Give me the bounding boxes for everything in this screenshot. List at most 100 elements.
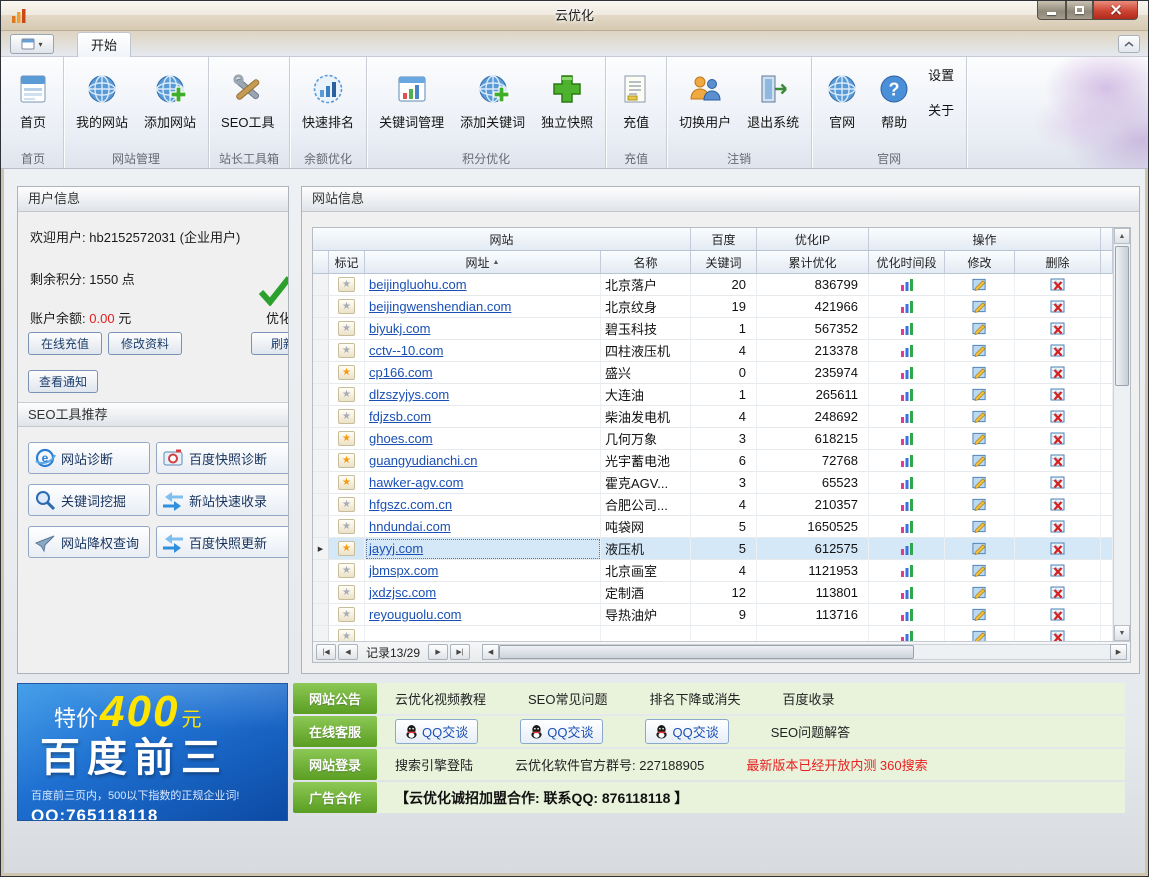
- site-url-link[interactable]: guangyudianchi.cn: [369, 453, 477, 468]
- star-icon[interactable]: ★: [338, 629, 355, 641]
- scroll-up-button[interactable]: ▲: [1114, 228, 1130, 244]
- delete-icon[interactable]: [1050, 585, 1065, 600]
- site-url-link[interactable]: jbmspx.com: [369, 563, 438, 578]
- column-header[interactable]: 修改: [945, 251, 1015, 274]
- table-row[interactable]: ★dlzszyjys.com大连油1265611: [313, 384, 1113, 406]
- chart-icon[interactable]: [900, 520, 914, 534]
- bottom-row-label[interactable]: 在线客服: [293, 716, 377, 747]
- chart-icon[interactable]: [900, 586, 914, 600]
- star-icon[interactable]: ★: [338, 475, 355, 490]
- table-row[interactable]: ★jxdzjsc.com定制酒12113801: [313, 582, 1113, 604]
- delete-icon[interactable]: [1050, 277, 1065, 292]
- star-icon[interactable]: ★: [338, 431, 355, 446]
- ribbon-button-help[interactable]: ?帮助: [868, 59, 920, 131]
- chart-icon[interactable]: [900, 542, 914, 556]
- site-url-link[interactable]: hfgszc.com.cn: [369, 497, 452, 512]
- delete-icon[interactable]: [1050, 431, 1065, 446]
- vertical-scrollbar[interactable]: ▲ ▼: [1113, 228, 1130, 641]
- ribbon-button-home[interactable]: 首页: [7, 59, 59, 131]
- chart-icon[interactable]: [900, 388, 914, 402]
- qq-chat-button[interactable]: QQ交谈: [395, 719, 478, 744]
- delete-icon[interactable]: [1050, 563, 1065, 578]
- edit-icon[interactable]: [972, 299, 987, 314]
- chart-icon[interactable]: [900, 278, 914, 292]
- star-icon[interactable]: ★: [338, 519, 355, 534]
- edit-icon[interactable]: [972, 387, 987, 402]
- site-url-link[interactable]: biyukj.com: [369, 321, 430, 336]
- star-icon[interactable]: ★: [338, 585, 355, 600]
- table-row[interactable]: ★: [313, 626, 1113, 641]
- table-row[interactable]: ★cp166.com盛兴0235974: [313, 362, 1113, 384]
- star-icon[interactable]: ★: [338, 277, 355, 292]
- table-row[interactable]: ★reyouguolu.com导热油炉9113716: [313, 604, 1113, 626]
- ribbon-button-globe[interactable]: 我的网站: [68, 59, 136, 131]
- close-button[interactable]: [1093, 1, 1138, 20]
- edit-icon[interactable]: [972, 629, 987, 641]
- view-notice-button[interactable]: 查看通知: [28, 370, 98, 393]
- ribbon-button-recharge[interactable]: 充值: [610, 59, 662, 131]
- qq-chat-button[interactable]: QQ交谈: [645, 719, 728, 744]
- seo-tool-button[interactable]: 百度快照更新: [156, 526, 289, 558]
- delete-icon[interactable]: [1050, 409, 1065, 424]
- ribbon-collapse-button[interactable]: [1118, 35, 1140, 53]
- column-header[interactable]: 优化时间段: [869, 251, 945, 274]
- table-row[interactable]: ★biyukj.com碧玉科技1567352: [313, 318, 1113, 340]
- bottom-link[interactable]: 云优化软件官方群号: 227188905: [515, 755, 704, 774]
- bottom-link[interactable]: 搜索引擎登陆: [395, 755, 473, 774]
- ribbon-button-exit[interactable]: 退出系统: [739, 59, 807, 131]
- site-url-link[interactable]: fdjzsb.com: [369, 409, 431, 424]
- edit-icon[interactable]: [972, 563, 987, 578]
- table-row[interactable]: ★hfgszc.com.cn合肥公司...4210357: [313, 494, 1113, 516]
- ribbon-button-rank[interactable]: 快速排名: [294, 59, 362, 131]
- bottom-link[interactable]: SEO常见问题: [528, 689, 607, 708]
- user-button[interactable]: 在线充值: [28, 332, 102, 355]
- prev-page-button[interactable]: ◀: [338, 644, 358, 660]
- chart-icon[interactable]: [900, 564, 914, 578]
- star-icon[interactable]: ★: [338, 563, 355, 578]
- site-url-link[interactable]: beijingluohu.com: [369, 277, 467, 292]
- last-page-button[interactable]: ▶|: [450, 644, 470, 660]
- chart-icon[interactable]: [900, 454, 914, 468]
- table-row[interactable]: ★beijingwenshendian.com北京纹身19421966: [313, 296, 1113, 318]
- bottom-link[interactable]: SEO问题解答: [771, 722, 850, 741]
- chart-icon[interactable]: [900, 410, 914, 424]
- chart-icon[interactable]: [900, 476, 914, 490]
- chart-icon[interactable]: [900, 608, 914, 622]
- seo-tool-button[interactable]: 网站降权查询: [28, 526, 150, 558]
- edit-icon[interactable]: [972, 519, 987, 534]
- seo-tool-button[interactable]: 百度快照诊断: [156, 442, 289, 474]
- scroll-left-button[interactable]: ◀: [482, 644, 499, 660]
- site-url-link[interactable]: cp166.com: [369, 365, 433, 380]
- quick-access-menu-button[interactable]: ▾: [10, 34, 54, 54]
- site-url-link[interactable]: dlzszyjys.com: [369, 387, 449, 402]
- ribbon-button-snapshot[interactable]: 独立快照: [533, 59, 601, 131]
- delete-icon[interactable]: [1050, 629, 1065, 641]
- ribbon-button-tools[interactable]: SEO工具: [213, 59, 282, 131]
- table-row[interactable]: ★hawker-agv.com霍克AGV...365523: [313, 472, 1113, 494]
- edit-icon[interactable]: [972, 431, 987, 446]
- table-row[interactable]: ★beijingluohu.com北京落户20836799: [313, 274, 1113, 296]
- edit-icon[interactable]: [972, 321, 987, 336]
- site-url-link[interactable]: reyouguolu.com: [369, 607, 462, 622]
- scroll-right-button[interactable]: ▶: [1110, 644, 1127, 660]
- bottom-row-label[interactable]: 广告合作: [293, 782, 377, 813]
- ribbon-small-button[interactable]: 设置: [928, 65, 954, 84]
- minimize-button[interactable]: [1037, 1, 1066, 20]
- delete-icon[interactable]: [1050, 475, 1065, 490]
- table-row[interactable]: ▶★jayyj.com液压机5612575: [313, 538, 1113, 560]
- star-icon[interactable]: ★: [338, 387, 355, 402]
- delete-icon[interactable]: [1050, 343, 1065, 358]
- site-url-link[interactable]: jayyj.com: [369, 541, 423, 556]
- horizontal-scrollbar[interactable]: ◀ ▶: [482, 644, 1127, 661]
- ad-banner[interactable]: 特价 400 元 百度前三 百度前三页内，500以下指数的正规企业词! QQ:7…: [17, 683, 288, 821]
- edit-icon[interactable]: [972, 409, 987, 424]
- qq-chat-button[interactable]: QQ交谈: [520, 719, 603, 744]
- edit-icon[interactable]: [972, 453, 987, 468]
- delete-icon[interactable]: [1050, 519, 1065, 534]
- bottom-row-label[interactable]: 网站登录: [293, 749, 377, 780]
- ribbon-button-globe-add[interactable]: 添加网站: [136, 59, 204, 131]
- chart-icon[interactable]: [900, 344, 914, 358]
- delete-icon[interactable]: [1050, 387, 1065, 402]
- delete-icon[interactable]: [1050, 321, 1065, 336]
- edit-icon[interactable]: [972, 475, 987, 490]
